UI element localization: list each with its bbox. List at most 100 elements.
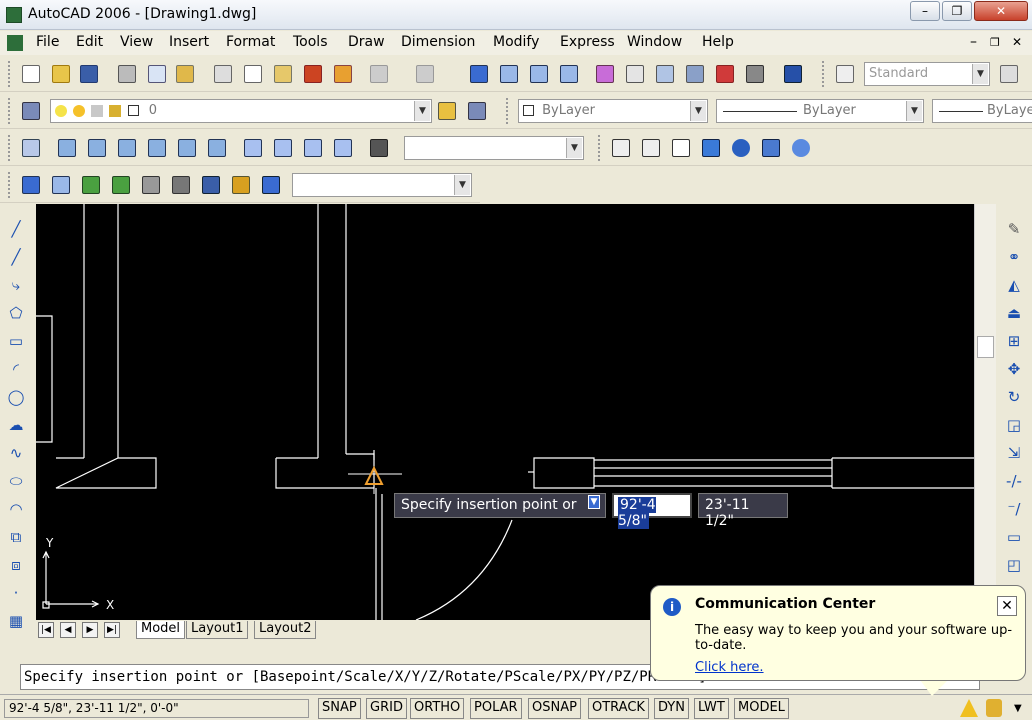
menu-file[interactable]: File (36, 34, 59, 50)
scrollbar-thumb[interactable] (977, 336, 994, 358)
plot-icon[interactable] (118, 65, 136, 83)
doc-minimize-button[interactable]: – (970, 34, 977, 50)
3d-swivel-icon[interactable] (142, 176, 160, 194)
tab-layout1[interactable]: Layout1 (186, 621, 249, 639)
tab-layout2[interactable]: Layout2 (254, 621, 317, 639)
last-tab-button[interactable]: ▶| (104, 622, 120, 638)
menu-insert[interactable]: Insert (169, 34, 209, 50)
open-file-icon[interactable] (52, 65, 70, 83)
offset-icon[interactable]: ⏏ (1005, 304, 1023, 322)
menu-tools[interactable]: Tools (293, 34, 328, 50)
calculator-icon[interactable] (746, 65, 764, 83)
3d-zoom-icon[interactable] (52, 176, 70, 194)
make-layer-current-icon[interactable] (438, 102, 456, 120)
copy-icon[interactable] (244, 65, 262, 83)
warning-icon[interactable] (960, 699, 978, 717)
nw-iso-icon[interactable] (334, 139, 352, 157)
zoom-previous-icon[interactable] (560, 65, 578, 83)
layer-previous-icon[interactable] (468, 102, 486, 120)
grid-toggle[interactable]: GRID (366, 698, 407, 719)
properties-icon[interactable] (596, 65, 614, 83)
arc-icon[interactable]: ◜ (7, 360, 25, 378)
top-view-icon[interactable] (58, 139, 76, 157)
help-icon[interactable] (784, 65, 802, 83)
zoom-window-icon[interactable] (530, 65, 548, 83)
pan-icon[interactable] (470, 65, 488, 83)
spline-icon[interactable]: ∿ (7, 444, 25, 462)
3d-adjust-clip-icon[interactable] (202, 176, 220, 194)
make-block-icon[interactable]: ⧈ (7, 556, 25, 574)
3d-orbit-icon[interactable] (82, 176, 100, 194)
chevron-down-icon[interactable]: ▼ (906, 101, 922, 121)
insert-block-icon[interactable]: ⧉ (7, 528, 25, 546)
otrack-toggle[interactable]: OTRACK (588, 698, 649, 719)
2d-wireframe-icon[interactable] (612, 139, 630, 157)
zoom-realtime-icon[interactable] (500, 65, 518, 83)
markup-icon[interactable] (716, 65, 734, 83)
linetype-control-combo[interactable]: ByLayer ▼ (716, 99, 924, 123)
match-properties-icon[interactable] (304, 65, 322, 83)
view-combo[interactable]: ▼ (292, 173, 472, 197)
publish-icon[interactable] (176, 65, 194, 83)
back-view-icon[interactable] (208, 139, 226, 157)
plot-preview-icon[interactable] (148, 65, 166, 83)
toolbar-grip[interactable] (8, 98, 12, 124)
chevron-down-icon[interactable]: ▼ (414, 101, 430, 121)
menu-help[interactable]: Help (702, 34, 734, 50)
menu-window[interactable]: Window (627, 34, 682, 50)
status-menu-icon[interactable]: ▼ (1014, 703, 1022, 714)
views-icon[interactable] (22, 139, 40, 157)
stretch-icon[interactable]: ⇲ (1005, 444, 1023, 462)
construction-line-icon[interactable]: ╱ (7, 248, 25, 266)
3d-distance-icon[interactable] (172, 176, 190, 194)
right-view-icon[interactable] (148, 139, 166, 157)
toolbar-grip[interactable] (8, 61, 12, 87)
menu-draw[interactable]: Draw (348, 34, 385, 50)
polar-toggle[interactable]: POLAR (470, 698, 522, 719)
chevron-down-icon[interactable]: ▼ (454, 175, 470, 195)
doc-restore-button[interactable]: ❐ (990, 36, 1000, 49)
rectangle-icon[interactable]: ▭ (7, 332, 25, 350)
rotate-icon[interactable]: ↻ (1005, 388, 1023, 406)
polygon-icon[interactable]: ⬠ (7, 304, 25, 322)
layer-manager-icon[interactable] (22, 102, 40, 120)
dyn-toggle[interactable]: DYN (654, 698, 689, 719)
toolbar-grip[interactable] (8, 135, 12, 161)
revision-cloud-icon[interactable]: ☁ (7, 416, 25, 434)
chevron-down-icon[interactable]: ▼ (972, 64, 988, 84)
scale-icon[interactable]: ◲ (1005, 416, 1023, 434)
text-style-icon[interactable] (836, 65, 854, 83)
menu-view[interactable]: View (120, 34, 153, 50)
sw-iso-icon[interactable] (244, 139, 262, 157)
ellipse-icon[interactable]: ⬭ (7, 472, 25, 490)
minimize-button[interactable]: – (910, 1, 940, 21)
bottom-view-icon[interactable] (88, 139, 106, 157)
lwt-toggle[interactable]: LWT (694, 698, 729, 719)
design-center-icon[interactable] (626, 65, 644, 83)
se-iso-icon[interactable] (274, 139, 292, 157)
trim-icon[interactable]: -/- (1005, 472, 1023, 490)
click-here-link[interactable]: Click here. (695, 660, 1013, 675)
vertical-scrollbar[interactable] (974, 204, 996, 620)
snap-toggle[interactable]: SNAP (318, 698, 361, 719)
save-icon[interactable] (80, 65, 98, 83)
dim-style-icon[interactable] (1000, 65, 1018, 83)
join-icon[interactable]: ◰ (1005, 556, 1023, 574)
menu-dimension[interactable]: Dimension (401, 34, 475, 50)
polyline-icon[interactable]: ⤷ (7, 276, 25, 294)
document-icon[interactable] (7, 35, 23, 51)
ellipse-arc-icon[interactable]: ◠ (7, 500, 25, 518)
toolbar-grip[interactable] (8, 172, 12, 198)
array-icon[interactable]: ⊞ (1005, 332, 1023, 350)
front-view-icon[interactable] (178, 139, 196, 157)
menu-format[interactable]: Format (226, 34, 275, 50)
menu-express[interactable]: Express (560, 34, 615, 50)
front-clip-icon[interactable] (232, 176, 250, 194)
continuous-orbit-icon[interactable] (112, 176, 130, 194)
hatch-icon[interactable]: ▦ (7, 612, 25, 630)
3d-wireframe-icon[interactable] (642, 139, 660, 157)
camera-icon[interactable] (370, 139, 388, 157)
point-icon[interactable]: · (7, 584, 25, 602)
tab-model[interactable]: Model (136, 621, 186, 639)
menu-modify[interactable]: Modify (493, 34, 539, 50)
